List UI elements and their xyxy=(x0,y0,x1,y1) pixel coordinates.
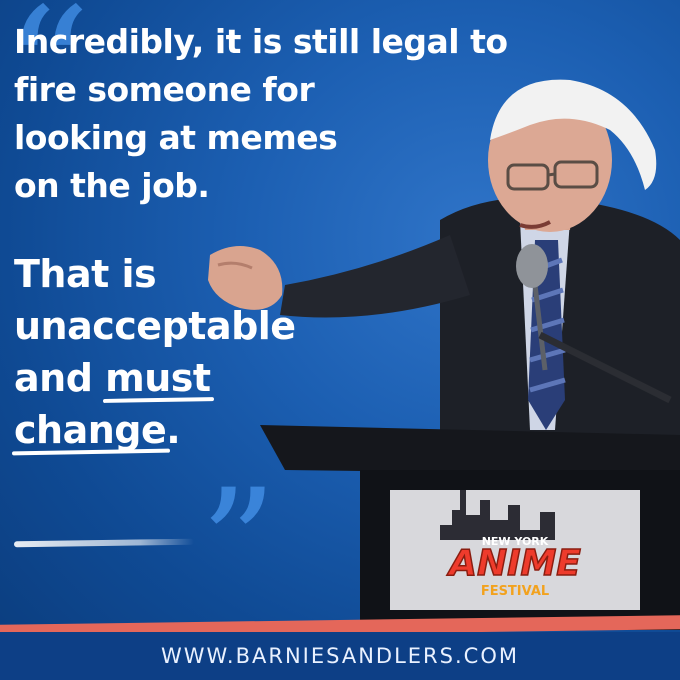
emphasis-line: change. xyxy=(14,404,554,456)
footer-bar: WWW.BARNIESANDLERS.COM xyxy=(0,632,680,680)
meme-graphic: “ NEW YORK ANIME FESTIVAL Incredibly, it… xyxy=(0,0,680,680)
close-quote-mark-icon: ” xyxy=(200,458,277,632)
emphasis-prefix: and xyxy=(14,356,106,400)
quote-line: Incredibly, it is still legal to xyxy=(14,22,508,61)
quote-line: looking at memes xyxy=(14,118,338,157)
quote-line: on the job. xyxy=(14,166,210,205)
emphasis-line: unacceptable xyxy=(14,304,296,348)
underlined-word-change: change xyxy=(14,404,167,456)
podium-logo-bottom: FESTIVAL xyxy=(481,584,549,599)
website-url: WWW.BARNIESANDLERS.COM xyxy=(161,644,519,668)
underlined-word-must: must xyxy=(105,352,211,404)
quote-line: fire someone for xyxy=(14,70,315,109)
emphasis-line: That is xyxy=(14,252,157,296)
emphasis-line: and must xyxy=(14,352,554,404)
brush-underline xyxy=(13,538,195,548)
emphasis-suffix: . xyxy=(166,408,181,452)
quote-block: Incredibly, it is still legal to fire so… xyxy=(14,18,554,456)
podium-logo-main: ANIME xyxy=(446,543,581,584)
